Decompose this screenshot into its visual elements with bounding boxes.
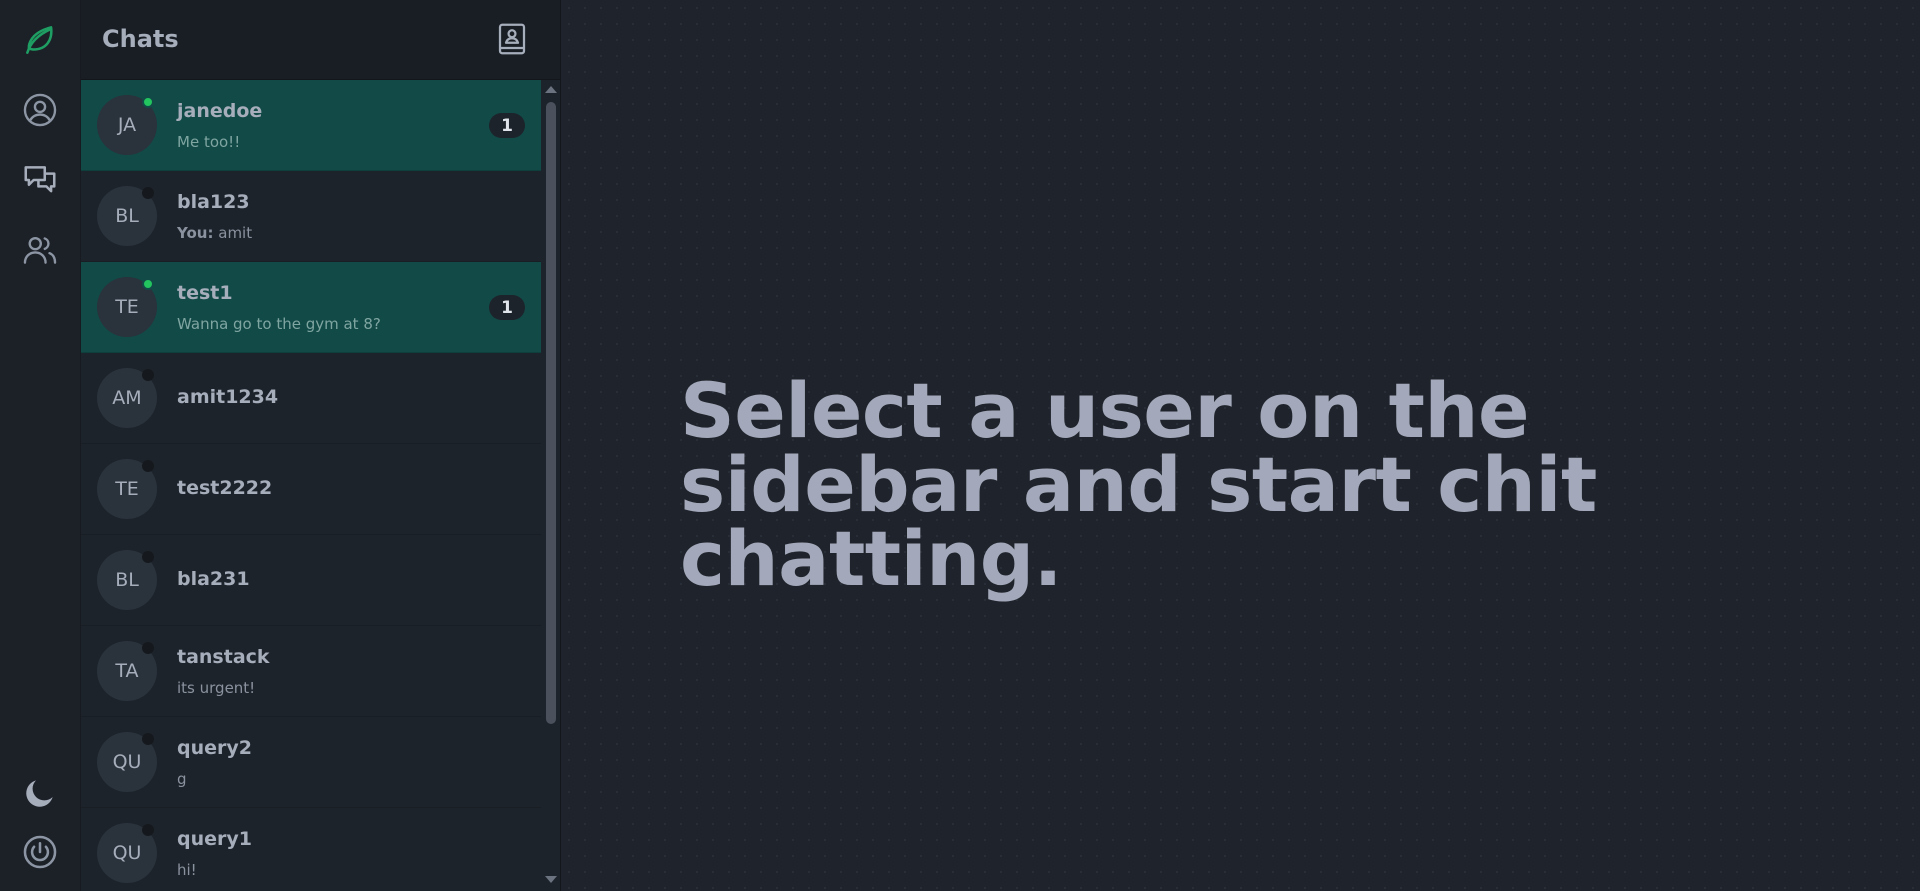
scroll-down-arrow-icon[interactable] xyxy=(545,876,557,883)
users-icon[interactable] xyxy=(20,230,60,270)
chat-list: JA janedoe Me too!! 1 BL bla123 You: amit TE tes… xyxy=(81,80,541,891)
chat-list-item[interactable]: TE test1 Wanna go to the gym at 8? 1 xyxy=(81,262,541,353)
chat-name: query2 xyxy=(177,737,252,759)
chat-name: bla123 xyxy=(177,191,250,213)
online-status-dot xyxy=(142,96,154,108)
preview-text: Wanna go to the gym at 8? xyxy=(177,315,381,333)
offline-status-dot xyxy=(142,824,154,836)
address-book-icon[interactable] xyxy=(492,19,532,59)
chat-list-item[interactable]: QU query2 g xyxy=(81,717,541,808)
chat-list-item[interactable]: TA tanstack its urgent! xyxy=(81,626,541,717)
preview-sender-label: You: xyxy=(177,224,214,242)
preview-text: hi! xyxy=(177,861,197,879)
offline-status-dot xyxy=(142,551,154,563)
chat-list-item[interactable]: JA janedoe Me too!! 1 xyxy=(81,80,541,171)
unread-count-badge: 1 xyxy=(489,295,525,320)
chats-header: Chats xyxy=(81,0,560,80)
chat-name: test1 xyxy=(177,282,233,304)
chats-title: Chats xyxy=(102,25,179,53)
chats-panel: Chats JA janedoe Me too!! 1 BL bla123 You: ami… xyxy=(81,0,561,891)
preview-text: g xyxy=(177,770,187,788)
chat-preview: hi! xyxy=(177,861,197,879)
moon-icon[interactable] xyxy=(20,773,60,813)
offline-status-dot xyxy=(142,369,154,381)
chat-name: test2222 xyxy=(177,477,273,499)
online-status-dot xyxy=(142,278,154,290)
chat-preview: its urgent! xyxy=(177,679,255,697)
power-icon[interactable] xyxy=(20,832,60,872)
chat-list-item[interactable]: BL bla231 xyxy=(81,535,541,626)
chat-name: tanstack xyxy=(177,646,270,668)
preview-text: Me too!! xyxy=(177,133,241,151)
offline-status-dot xyxy=(142,642,154,654)
chat-preview: You: amit xyxy=(177,224,252,242)
chat-preview: Me too!! xyxy=(177,133,240,151)
chat-preview: Wanna go to the gym at 8? xyxy=(177,315,381,333)
chat-name: bla231 xyxy=(177,568,250,590)
chat-list-scrollbar[interactable] xyxy=(541,80,560,891)
offline-status-dot xyxy=(142,733,154,745)
chat-name: query1 xyxy=(177,828,252,850)
scroll-thumb[interactable] xyxy=(546,102,556,724)
chat-list-item[interactable]: QU query1 hi! xyxy=(81,808,541,891)
leaf-logo-icon[interactable] xyxy=(20,20,60,60)
main-area: Select a user on the sidebar and start c… xyxy=(561,0,1920,891)
chat-name: janedoe xyxy=(177,100,263,122)
preview-text: its urgent! xyxy=(177,679,256,697)
profile-icon[interactable] xyxy=(20,90,60,130)
offline-status-dot xyxy=(142,460,154,472)
unread-count-badge: 1 xyxy=(489,113,525,138)
chat-list-item[interactable]: BL bla123 You: amit xyxy=(81,171,541,262)
chats-icon[interactable] xyxy=(20,160,60,200)
chat-list-item[interactable]: TE test2222 xyxy=(81,444,541,535)
left-rail xyxy=(0,0,81,891)
chat-preview: g xyxy=(177,770,187,788)
chat-list-item[interactable]: AM amit1234 xyxy=(81,353,541,444)
offline-status-dot xyxy=(142,187,154,199)
chat-name: amit1234 xyxy=(177,386,279,408)
scroll-up-arrow-icon[interactable] xyxy=(545,86,557,93)
empty-state-message: Select a user on the sidebar and start c… xyxy=(680,366,1597,603)
preview-text: amit xyxy=(218,224,253,242)
